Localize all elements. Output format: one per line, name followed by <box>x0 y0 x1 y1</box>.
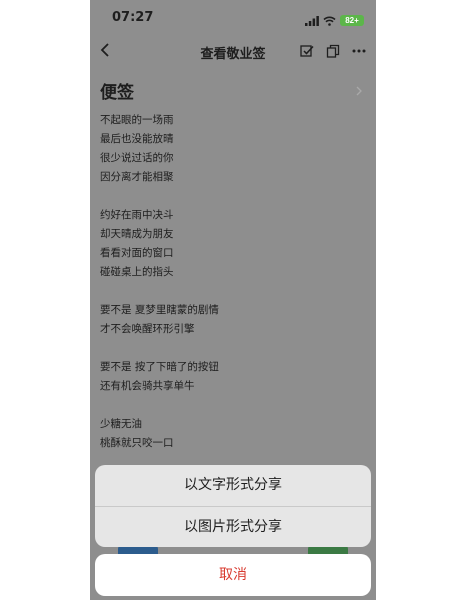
note-line: 桃酥就只咬一口 <box>100 437 174 449</box>
stanza-gap <box>100 396 360 415</box>
note-line: 碰碰桌上的指头 <box>100 266 174 278</box>
cancel-button[interactable]: 取消 <box>95 554 371 596</box>
share-as-image-button[interactable]: 以图片形式分享 <box>95 507 371 547</box>
nav-bar: 查看敬业签 <box>90 34 376 68</box>
share-action-sheet: 以文字形式分享 以图片形式分享 <box>95 465 371 547</box>
status-bar: 07:27 82+ <box>90 0 376 34</box>
note-line: 才不会唤醒环形引擎 <box>100 323 195 335</box>
status-time: 07:27 <box>112 10 154 25</box>
stanza-gap <box>100 339 360 358</box>
note-line: 要不是 按了下暗了的按钮 <box>100 361 219 373</box>
note-line: 不起眼的一场雨 <box>100 114 174 126</box>
note-line: 少糖无油 <box>100 418 142 430</box>
stanza-gap <box>100 187 360 206</box>
battery-icon: 82+ <box>340 15 364 26</box>
note-line: 很少说过话的你 <box>100 152 174 164</box>
checkbox-icon[interactable] <box>298 42 316 60</box>
phone-screen: 07:27 82+ 查看敬业签 便签 不起眼的一场雨 最后也没能放晴 很少说过话… <box>90 0 376 600</box>
note-line: 却天晴成为朋友 <box>100 228 174 240</box>
wifi-icon <box>323 11 336 30</box>
note-heading: 便签 <box>100 83 134 103</box>
signal-icon <box>305 11 319 30</box>
note-line: 因分离才能相聚 <box>100 171 174 183</box>
share-as-text-button[interactable]: 以文字形式分享 <box>95 465 371 506</box>
note-line: 约好在雨中决斗 <box>100 209 174 221</box>
status-icons: 82+ <box>305 11 364 30</box>
nav-actions <box>298 42 368 60</box>
copy-icon[interactable] <box>324 42 342 60</box>
note-line: 还有机会骑共享单牛 <box>100 380 195 392</box>
note-line: 最后也没能放晴 <box>100 133 174 145</box>
chevron-right-icon[interactable] <box>354 82 364 101</box>
more-icon[interactable] <box>350 42 368 60</box>
stanza-gap <box>100 282 360 301</box>
note-body: 不起眼的一场雨 最后也没能放晴 很少说过话的你 因分离才能相聚 约好在雨中决斗 却天晴成为… <box>100 111 360 453</box>
note-line: 要不是 夏梦里瞎蒙的剧情 <box>100 304 219 316</box>
note-line: 看看对面的窗口 <box>100 247 174 259</box>
